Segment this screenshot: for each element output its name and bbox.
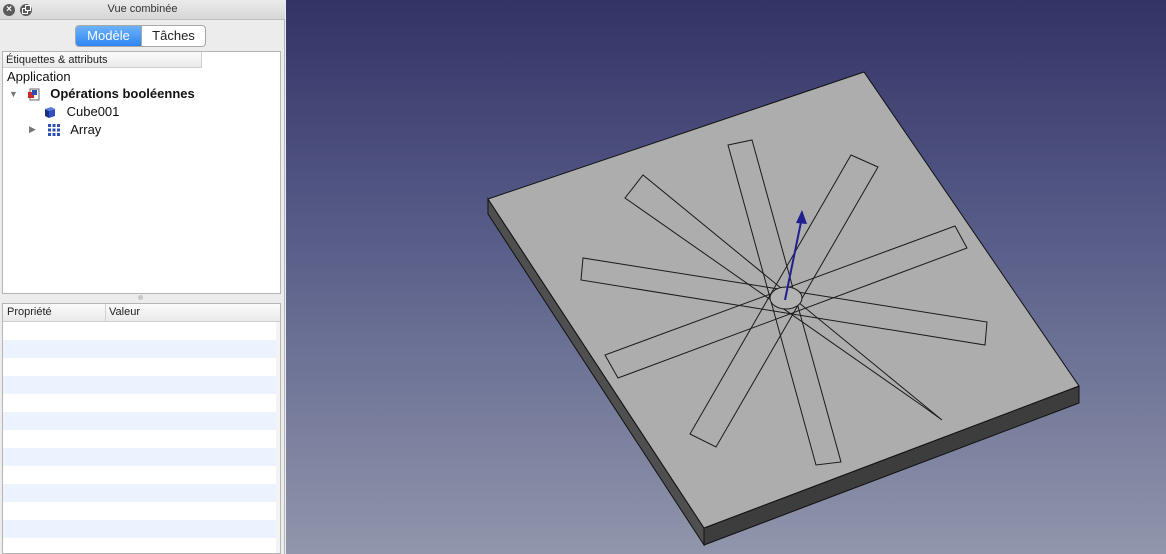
table-row	[3, 322, 280, 340]
collapsed-arrow-icon[interactable]: ▶	[29, 124, 43, 135]
3d-viewport[interactable]	[286, 0, 1166, 554]
table-row	[3, 358, 280, 376]
property-scrollbar[interactable]	[276, 322, 280, 553]
splitter-handle[interactable]	[138, 295, 143, 300]
property-rows	[3, 322, 280, 553]
combo-view-panel: × Vue combinée Modèle Tâches Étiquettes …	[0, 0, 285, 554]
table-row	[3, 394, 280, 412]
tree-column-header[interactable]: Étiquettes & attributs	[3, 52, 202, 68]
property-header: Propriété Valeur	[3, 304, 280, 322]
tree-root-application[interactable]: Application	[7, 68, 71, 84]
tree-item-label: Opérations booléennes	[50, 86, 195, 102]
property-view: Propriété Valeur	[2, 303, 281, 554]
tree-item-label: Cube001	[66, 104, 120, 120]
tree-item-cube001[interactable]: Cube001	[43, 103, 119, 119]
table-row	[3, 340, 280, 358]
tree-item-label: Array	[70, 122, 102, 138]
tree-root-label: Application	[7, 69, 71, 85]
array-icon	[47, 123, 60, 136]
tab-tasks[interactable]: Tâches	[141, 26, 205, 46]
tab-model[interactable]: Modèle	[76, 26, 141, 46]
property-column-header[interactable]: Propriété	[7, 304, 52, 321]
table-row	[3, 484, 280, 502]
tree-item-boolean-ops[interactable]: ▼ Opérations booléennes	[9, 85, 195, 101]
model-view[interactable]	[286, 0, 1166, 554]
expanded-arrow-icon[interactable]: ▼	[9, 89, 23, 99]
table-row	[3, 466, 280, 484]
table-row	[3, 520, 280, 538]
panel-titlebar: × Vue combinée	[0, 0, 285, 20]
table-row	[3, 412, 280, 430]
tab-bar: Modèle Tâches	[75, 25, 206, 47]
value-column-header[interactable]: Valeur	[105, 304, 140, 321]
document-icon	[27, 88, 40, 101]
panel-title: Vue combinée	[107, 3, 178, 15]
model-tree: Étiquettes & attributs Application ▼ Opé…	[2, 51, 281, 294]
table-row	[3, 430, 280, 448]
table-row	[3, 448, 280, 466]
table-row	[3, 502, 280, 520]
tree-item-array[interactable]: ▶ Array	[29, 121, 101, 137]
cube-icon	[45, 106, 55, 118]
table-row	[3, 376, 280, 394]
table-row	[3, 538, 280, 553]
